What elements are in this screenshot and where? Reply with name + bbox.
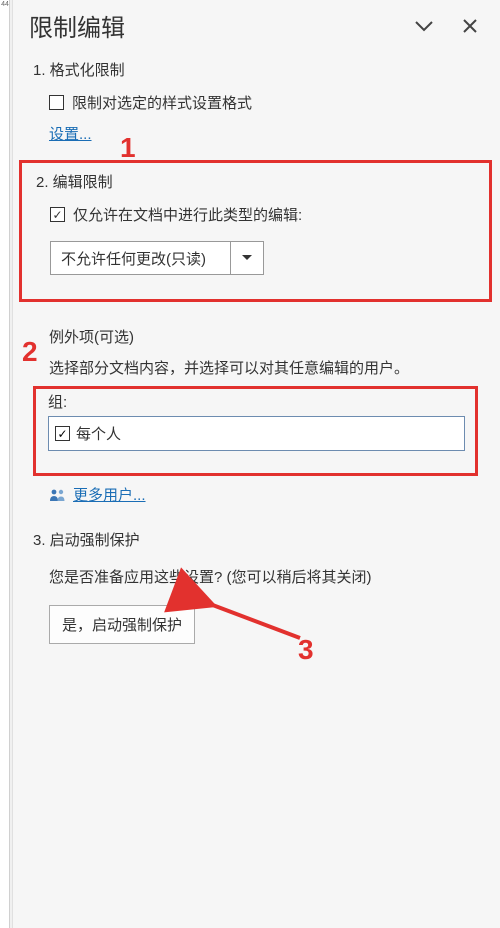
close-icon[interactable]: [456, 12, 484, 40]
edit-type-value: 不允许任何更改(只读): [51, 242, 231, 274]
section3-heading: 3. 启动强制保护: [13, 523, 500, 558]
format-restriction-label: 限制对选定的样式设置格式: [72, 92, 252, 113]
more-users-link[interactable]: 更多用户...: [73, 484, 146, 505]
settings-link[interactable]: 设置...: [49, 126, 92, 143]
exceptions-desc: 选择部分文档内容，并选择可以对其任意编辑的用户。: [13, 353, 500, 386]
edit-restriction-row[interactable]: 仅允许在文档中进行此类型的编辑:: [50, 204, 479, 225]
exceptions-heading: 例外项(可选): [13, 302, 500, 353]
annotation-box-2: 组: 每个人: [33, 386, 478, 476]
section2-heading: 2. 编辑限制: [36, 165, 479, 200]
people-icon: [49, 488, 67, 502]
format-restriction-checkbox[interactable]: [49, 95, 64, 110]
restrict-editing-panel: 限制编辑 1. 格式化限制 限制对选定的样式设置格式 设置... 2. 编辑限制…: [12, 0, 500, 928]
panel-header: 限制编辑: [13, 0, 500, 53]
collapse-icon[interactable]: [410, 12, 438, 40]
group-label: 组:: [48, 391, 465, 412]
edit-type-dropdown[interactable]: 不允许任何更改(只读): [50, 241, 264, 275]
enforce-protection-button[interactable]: 是，启动强制保护: [49, 605, 195, 644]
section1-heading: 1. 格式化限制: [13, 53, 500, 88]
group-everyone-checkbox[interactable]: [55, 426, 70, 441]
more-users-row[interactable]: 更多用户...: [13, 476, 500, 505]
annotation-box-1: 2. 编辑限制 仅允许在文档中进行此类型的编辑: 不允许任何更改(只读): [19, 160, 492, 302]
ruler-tick: 44: [0, 0, 10, 10]
edit-restriction-label: 仅允许在文档中进行此类型的编辑:: [73, 204, 302, 225]
group-everyone-label: 每个人: [76, 423, 121, 444]
format-restriction-row[interactable]: 限制对选定的样式设置格式: [49, 92, 500, 113]
panel-title: 限制编辑: [29, 8, 392, 43]
ruler-strip: 44: [0, 0, 10, 928]
section3-desc: 您是否准备应用这些设置? (您可以稍后将其关闭): [13, 558, 500, 595]
chevron-down-icon[interactable]: [231, 242, 263, 274]
group-field[interactable]: 每个人: [48, 416, 465, 451]
edit-restriction-checkbox[interactable]: [50, 207, 65, 222]
